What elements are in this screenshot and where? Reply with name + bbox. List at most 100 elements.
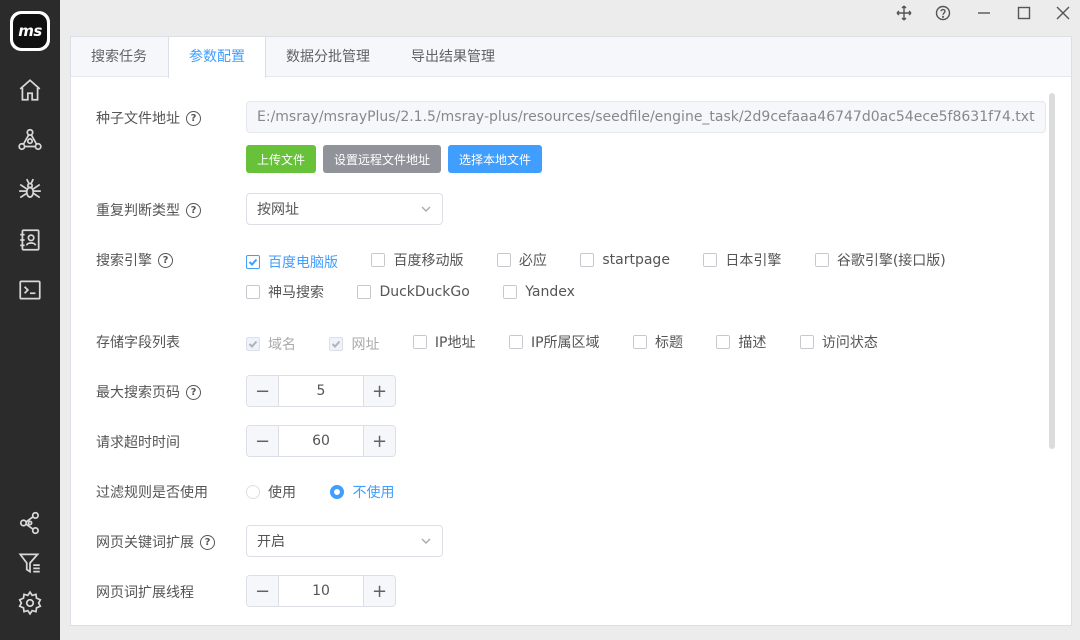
radio-selected-icon <box>330 485 345 499</box>
expand-threads-label: 网页词扩展线程 <box>96 585 194 601</box>
field-checkbox-status[interactable]: 访问状态 <box>799 332 878 352</box>
engines-options-row-1: 百度电脑版 百度移动版 必应 startpage 日本引擎 谷歌引擎(接口版) <box>246 250 1046 272</box>
engine-checkbox-startpage[interactable]: startpage <box>580 252 670 268</box>
field-checkbox-title[interactable]: 标题 <box>632 332 683 352</box>
checkbox-icon <box>703 253 718 267</box>
vertical-scrollbar[interactable] <box>1049 93 1055 449</box>
checkbox-icon <box>508 335 523 349</box>
increment-button[interactable]: + <box>363 426 395 456</box>
engine-checkbox-shenma[interactable]: 神马搜索 <box>246 282 324 302</box>
field-checkbox-ip[interactable]: IP地址 <box>412 332 475 352</box>
question-icon[interactable]: ? <box>186 384 201 400</box>
timeout-label: 请求超时时间 <box>96 435 180 451</box>
move-icon[interactable] <box>892 2 916 24</box>
terminal-icon[interactable] <box>16 276 44 304</box>
checkbox-icon <box>357 285 372 299</box>
field-checkbox-description[interactable]: 描述 <box>716 332 766 352</box>
home-icon[interactable] <box>16 76 44 104</box>
keyword-expand-label: 网页关键词扩展 ? <box>96 532 215 552</box>
sidebar: ms <box>0 0 60 640</box>
keyword-expand-select[interactable]: 开启 <box>246 525 443 557</box>
checkbox-icon <box>246 285 260 299</box>
dedupe-select[interactable]: 按网址 <box>246 193 443 225</box>
seed-file-field: E:/msray/msrayPlus/2.1.5/msray-plus/reso… <box>246 101 1046 133</box>
close-icon[interactable] <box>1051 2 1075 24</box>
question-icon[interactable]: ? <box>186 110 201 126</box>
seed-file-buttons: 上传文件 设置远程文件地址 选择本地文件 <box>246 145 549 173</box>
choose-local-file-button[interactable]: 选择本地文件 <box>448 145 543 173</box>
filter-radio-not-use[interactable]: 不使用 <box>330 482 394 502</box>
question-icon[interactable]: ? <box>186 202 201 218</box>
checkbox-icon <box>496 253 511 267</box>
keyword-expand-field: 开启 <box>246 525 443 557</box>
dedupe-label: 重复判断类型 ? <box>96 200 201 220</box>
question-icon[interactable]: ? <box>158 252 173 268</box>
engine-checkbox-yandex[interactable]: Yandex <box>503 284 575 300</box>
radio-icon <box>246 485 260 499</box>
checkbox-icon <box>580 253 595 267</box>
main-panel: 搜索任务 参数配置 数据分批管理 导出结果管理 种子文件地址 ? E:/msra… <box>70 36 1072 626</box>
config-form: 种子文件地址 ? E:/msray/msrayPlus/2.1.5/msray-… <box>71 77 1071 625</box>
help-icon[interactable] <box>931 2 955 24</box>
tab-param-config[interactable]: 参数配置 <box>168 37 266 78</box>
contact-book-icon[interactable] <box>16 226 44 254</box>
engines-options-row-2: 神马搜索 DuckDuckGo Yandex <box>246 282 604 303</box>
engine-checkbox-duckduckgo[interactable]: DuckDuckGo <box>357 284 470 300</box>
expand-threads-input[interactable]: 10 <box>279 576 363 606</box>
minimize-icon[interactable] <box>972 2 996 24</box>
stored-fields-options: 域名 网址 IP地址 IP所属区域 标题 描述 访问状态 <box>246 332 907 354</box>
seed-file-path-input[interactable]: E:/msray/msrayPlus/2.1.5/msray-plus/reso… <box>246 101 1046 133</box>
decrement-button[interactable]: − <box>247 576 279 606</box>
network-icon[interactable] <box>16 126 44 154</box>
expand-threads-stepper: − 10 + <box>246 575 396 607</box>
engines-label: 搜索引擎 ? <box>96 250 173 270</box>
decrement-button[interactable]: − <box>247 426 279 456</box>
filter-radio-use[interactable]: 使用 <box>246 482 296 502</box>
window-controls <box>880 0 1080 26</box>
timeout-field: − 60 + <box>246 425 396 457</box>
engine-checkbox-japan[interactable]: 日本引擎 <box>703 250 781 270</box>
checkbox-icon <box>412 335 427 349</box>
max-pages-input[interactable]: 5 <box>279 376 363 406</box>
expand-threads-field: − 10 + <box>246 575 396 607</box>
checkbox-checked-disabled-icon <box>246 337 260 351</box>
filter-rules-label: 过滤规则是否使用 <box>96 485 208 501</box>
set-remote-file-button[interactable]: 设置远程文件地址 <box>323 145 442 173</box>
chevron-down-icon <box>421 206 431 212</box>
engine-checkbox-baidu-mobile[interactable]: 百度移动版 <box>371 250 463 270</box>
upload-file-button[interactable]: 上传文件 <box>246 145 317 173</box>
increment-button[interactable]: + <box>363 576 395 606</box>
checkbox-icon <box>371 253 386 267</box>
decrement-button[interactable]: − <box>247 376 279 406</box>
stored-fields-label: 存储字段列表 <box>96 335 180 351</box>
filter-list-icon[interactable] <box>16 549 44 577</box>
tab-bar: 搜索任务 参数配置 数据分批管理 导出结果管理 <box>71 37 1071 78</box>
maximize-icon[interactable] <box>1012 2 1036 24</box>
logo-text: ms <box>13 14 47 48</box>
max-pages-field: − 5 + <box>246 375 396 407</box>
checkbox-icon <box>632 335 647 349</box>
spider-icon[interactable] <box>16 176 44 204</box>
checkbox-checked-icon <box>246 255 260 269</box>
tab-batch-manage[interactable]: 数据分批管理 <box>266 37 391 77</box>
field-checkbox-ip-region[interactable]: IP所属区域 <box>508 332 600 352</box>
tab-export-manage[interactable]: 导出结果管理 <box>391 37 516 77</box>
checkbox-checked-disabled-icon <box>329 337 344 351</box>
timeout-input[interactable]: 60 <box>279 426 363 456</box>
question-icon[interactable]: ? <box>200 534 215 550</box>
field-checkbox-domain: 域名 <box>246 334 296 354</box>
gear-icon[interactable] <box>16 589 44 617</box>
checkbox-icon <box>799 335 814 349</box>
chevron-down-icon <box>421 538 431 544</box>
engine-checkbox-baidu-pc[interactable]: 百度电脑版 <box>246 252 338 272</box>
timeout-stepper: − 60 + <box>246 425 396 457</box>
app-logo[interactable]: ms <box>10 11 50 51</box>
engine-checkbox-google-api[interactable]: 谷歌引擎(接口版) <box>814 250 946 270</box>
engine-checkbox-bing[interactable]: 必应 <box>496 250 547 270</box>
share-icon[interactable] <box>16 509 44 537</box>
dedupe-field: 按网址 <box>246 193 443 225</box>
increment-button[interactable]: + <box>363 376 395 406</box>
tab-search-tasks[interactable]: 搜索任务 <box>71 37 168 77</box>
max-pages-stepper: − 5 + <box>246 375 396 407</box>
field-checkbox-url: 网址 <box>329 334 379 354</box>
